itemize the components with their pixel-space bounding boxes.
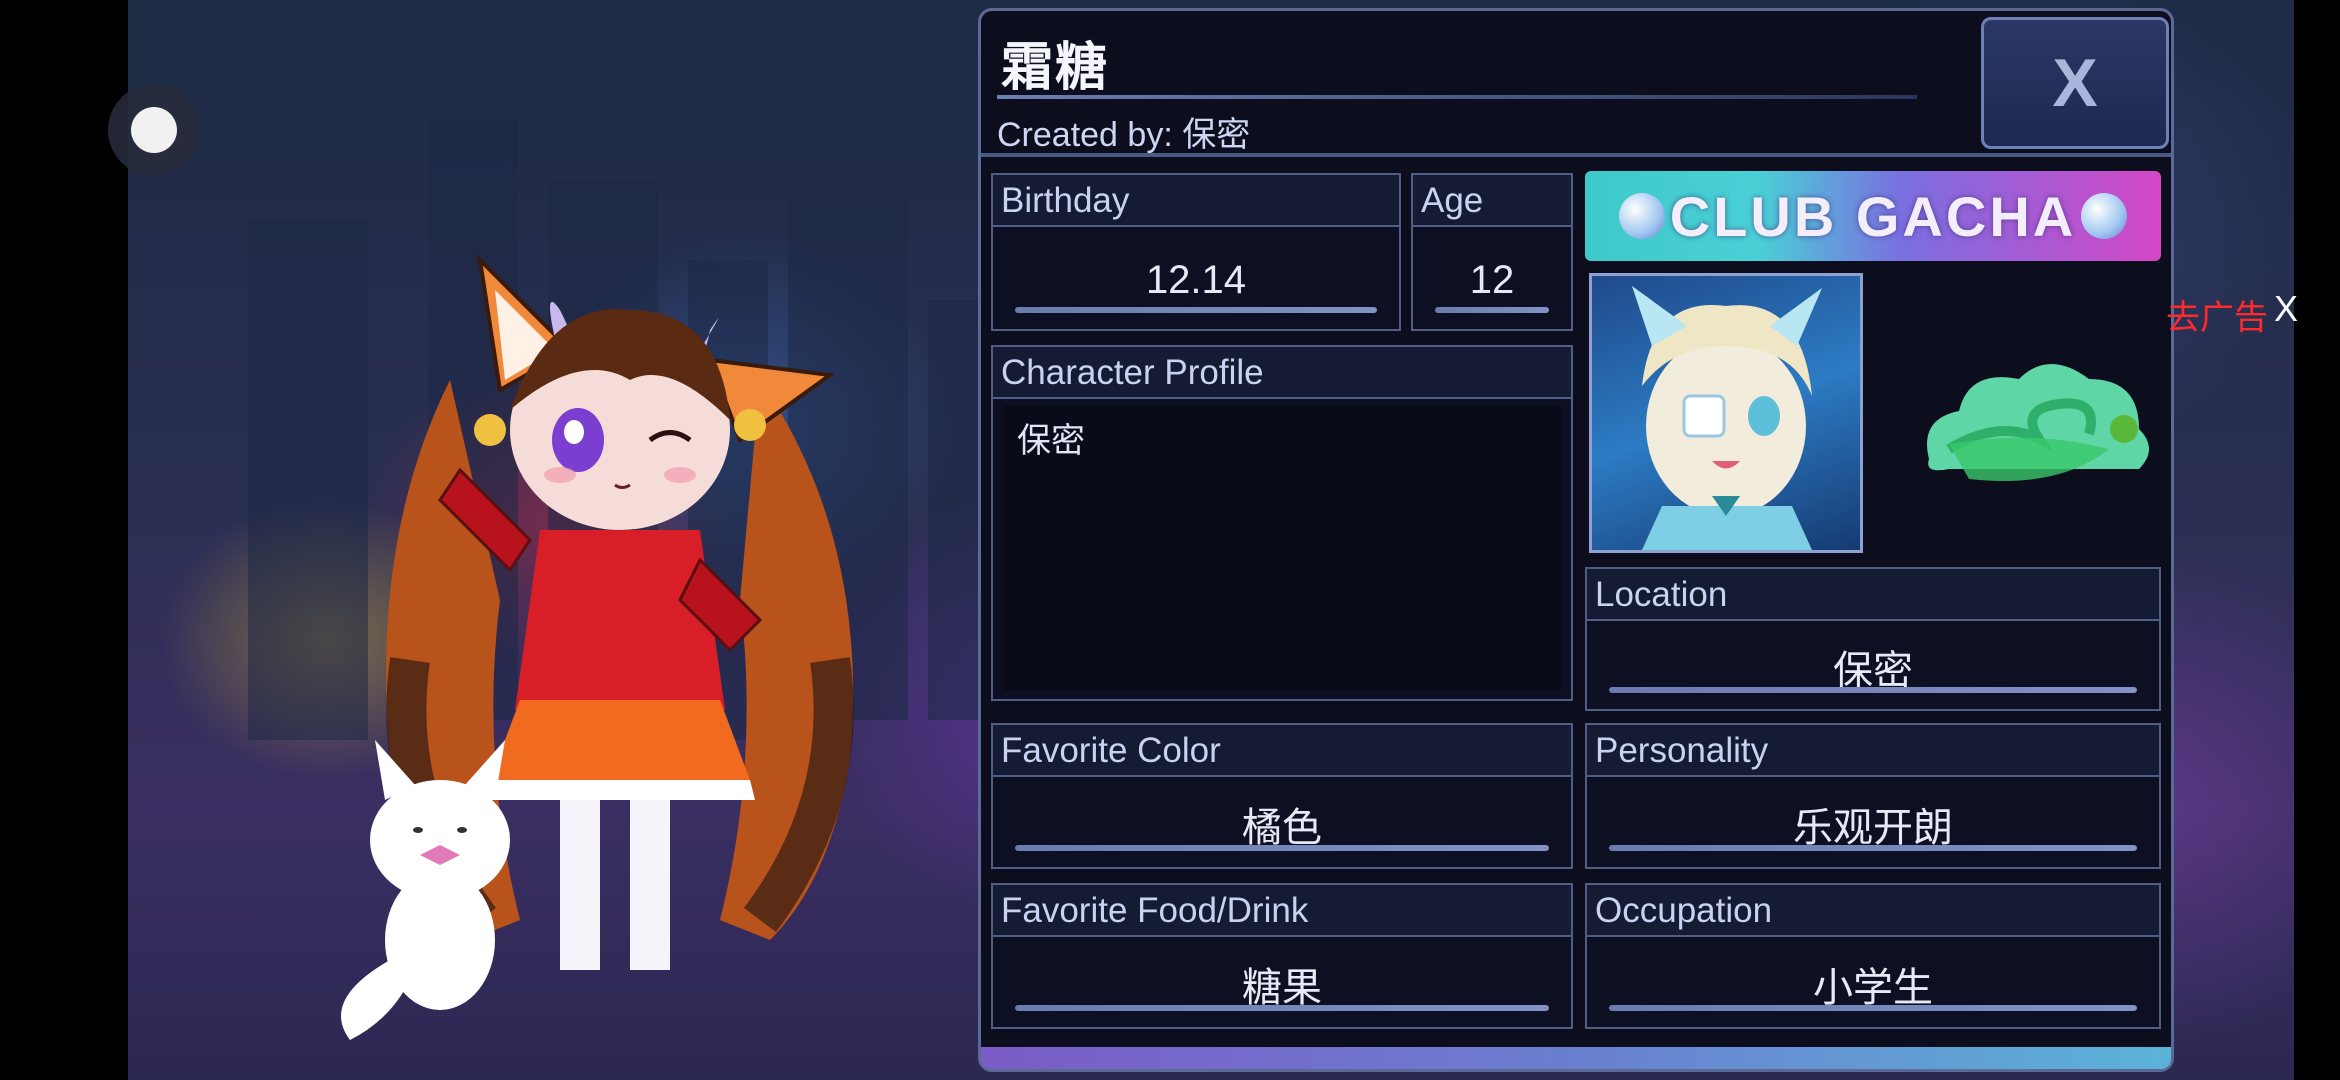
location-label: Location bbox=[1587, 569, 2159, 621]
logo-text: CLUB GACHA bbox=[1669, 184, 2077, 248]
age-field: Age 12 bbox=[1411, 173, 1573, 331]
planet-icon bbox=[2081, 193, 2127, 239]
personality-field: Personality 乐观开朗 bbox=[1585, 723, 2161, 869]
portrait-image bbox=[1632, 286, 1822, 550]
favorite-color-label: Favorite Color bbox=[993, 725, 1571, 777]
character-profile-value: 保密 bbox=[1017, 422, 1085, 460]
location-underline bbox=[1609, 687, 2137, 693]
birthday-label: Birthday bbox=[993, 175, 1399, 227]
age-label: Age bbox=[1413, 175, 1571, 227]
birthday-underline bbox=[1015, 307, 1377, 313]
close-button[interactable]: X bbox=[1981, 17, 2169, 149]
header-divider bbox=[981, 153, 2171, 157]
club-gacha-logo: CLUB GACHA bbox=[1585, 171, 2161, 261]
personality-value[interactable]: 乐观开朗 bbox=[1587, 781, 2159, 867]
character-profile-label: Character Profile bbox=[993, 347, 1571, 399]
creator-row: Created by: 保密 bbox=[997, 107, 1250, 156]
birthday-field: Birthday 12.14 bbox=[991, 173, 1401, 331]
remove-ads-link[interactable]: 去广告 bbox=[2166, 290, 2268, 339]
favorite-color-field: Favorite Color 橘色 bbox=[991, 723, 1573, 869]
cloud-icon bbox=[1927, 364, 2149, 481]
character-portrait bbox=[1589, 273, 1863, 553]
favorite-food-label: Favorite Food/Drink bbox=[993, 885, 1571, 937]
character-profile-textarea[interactable]: 保密 bbox=[1001, 405, 1563, 691]
personality-underline bbox=[1609, 845, 2137, 851]
character-illustration bbox=[341, 254, 854, 1040]
location-value[interactable]: 保密 bbox=[1587, 625, 2159, 709]
planet-icon bbox=[1619, 193, 1665, 239]
bottom-accent-bar bbox=[981, 1047, 2171, 1069]
character-profile-panel: 霜糖 Created by: 保密 X Birthday 12.14 Age 1… bbox=[978, 8, 2174, 1072]
favorite-color-underline bbox=[1015, 845, 1549, 851]
toggle-dot-icon bbox=[131, 107, 177, 153]
toggle-button[interactable] bbox=[108, 84, 200, 176]
age-underline bbox=[1435, 307, 1549, 313]
created-by-value: 保密 bbox=[1182, 116, 1251, 154]
location-field: Location 保密 bbox=[1585, 567, 2161, 711]
favorite-color-value[interactable]: 橘色 bbox=[993, 781, 1571, 867]
created-by-label: Created by: bbox=[997, 116, 1173, 154]
remove-ads-close-icon[interactable]: X bbox=[2274, 288, 2298, 330]
occupation-label: Occupation bbox=[1587, 885, 2159, 937]
title-divider bbox=[997, 95, 1917, 99]
character-profile-field: Character Profile 保密 bbox=[991, 345, 1573, 701]
favorite-food-field: Favorite Food/Drink 糖果 bbox=[991, 883, 1573, 1029]
occupation-underline bbox=[1609, 1005, 2137, 1011]
character-name: 霜糖 bbox=[1001, 39, 1110, 97]
occupation-value[interactable]: 小学生 bbox=[1587, 941, 2159, 1027]
birthday-value[interactable]: 12.14 bbox=[993, 231, 1399, 329]
favorite-food-underline bbox=[1015, 1005, 1549, 1011]
personality-label: Personality bbox=[1587, 725, 2159, 777]
favorite-food-value[interactable]: 糖果 bbox=[993, 941, 1571, 1027]
age-value[interactable]: 12 bbox=[1413, 231, 1571, 329]
occupation-field: Occupation 小学生 bbox=[1585, 883, 2161, 1029]
